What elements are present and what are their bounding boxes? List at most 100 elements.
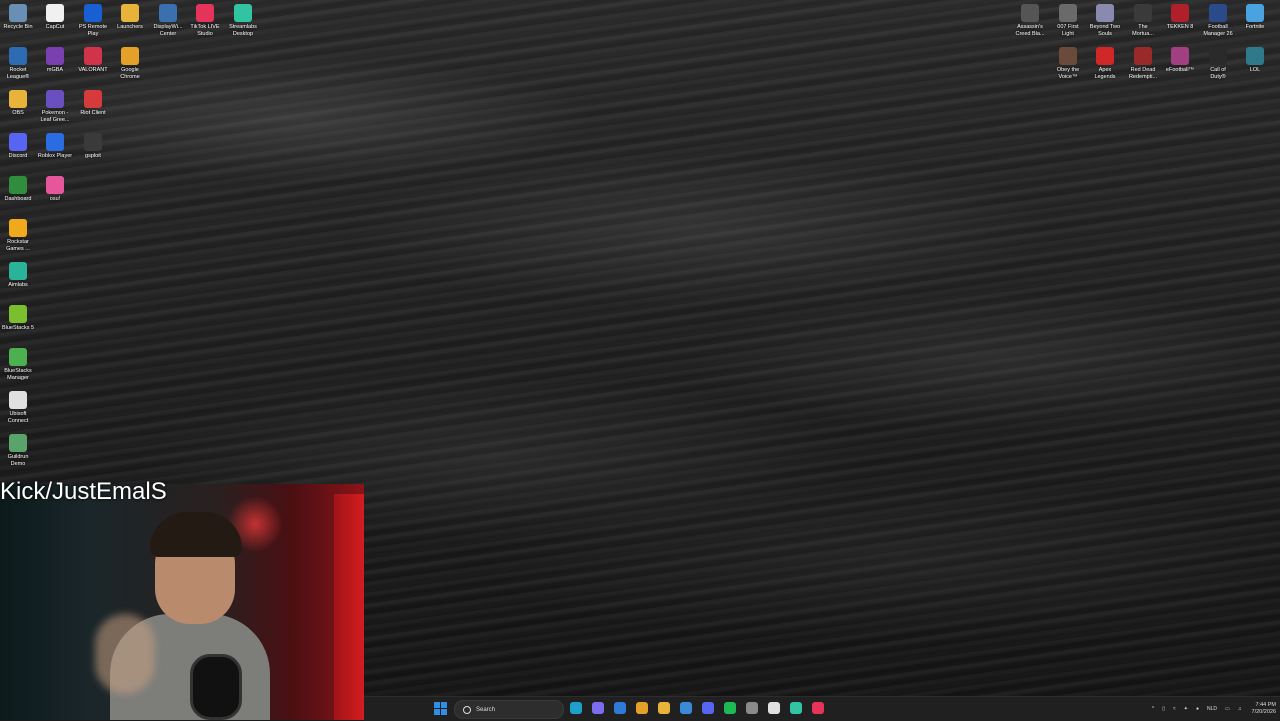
desktop-icon[interactable]: Streamlabs Desktop: [224, 4, 262, 38]
taskbar-search[interactable]: Search: [454, 700, 564, 719]
football-manager-icon: [1209, 4, 1227, 22]
desktop-icon-label: Dashboard: [4, 196, 32, 202]
volume-icon[interactable]: ♫: [1238, 706, 1242, 712]
bluetooth-icon[interactable]: ✦: [1184, 706, 1188, 712]
chevron-up-icon[interactable]: ^: [1152, 706, 1154, 712]
desktop-icon[interactable]: gsploit: [74, 133, 112, 160]
settings-icon[interactable]: [746, 702, 758, 714]
desktop-icon-label: Pokemon - Leaf Gree...: [40, 110, 70, 123]
folder-icon: [9, 90, 27, 108]
desktop-icon-label: eFootball™: [1165, 67, 1195, 73]
desktop-icon[interactable]: Rockstar Games ...: [0, 219, 37, 253]
desktop-icon[interactable]: The Mortua...: [1124, 4, 1162, 38]
rockstar-icon: [9, 219, 27, 237]
clock[interactable]: 7:44 PM 7/20/2026: [1252, 702, 1276, 716]
desktop-icon[interactable]: Assassin's Creed Bla...: [1011, 4, 1049, 38]
microphone-icon[interactable]: ●: [1196, 706, 1199, 712]
desktop-icon[interactable]: Launchers: [111, 4, 149, 31]
desktop-icon[interactable]: TikTok LIVE Studio: [186, 4, 224, 38]
desktop-icon[interactable]: OBS: [0, 90, 37, 117]
search-icon: [463, 705, 471, 714]
riot-client-icon: [84, 90, 102, 108]
desktop-icon[interactable]: Aimlabs: [0, 262, 37, 289]
guildrun-icon: [9, 434, 27, 452]
taskbar: Search ^ ▯ ≈ ✦ ● NLD ▭ ♫ 7:44 PM 7/20/20…: [364, 696, 1280, 721]
desktop-icon[interactable]: Guildrun Demo: [0, 434, 37, 468]
desktop-icon[interactable]: Recycle Bin: [0, 4, 37, 31]
desktop-icon[interactable]: Riot Client: [74, 90, 112, 117]
desktop-icon[interactable]: Pokemon - Leaf Gree...: [36, 90, 74, 124]
streamlabs-icon[interactable]: [790, 702, 802, 714]
mail-icon[interactable]: [614, 702, 626, 714]
red-dead-icon: [1134, 47, 1152, 65]
apex-icon: [1096, 47, 1114, 65]
desktop-icon-label: Aimlabs: [8, 282, 28, 288]
network-icon[interactable]: ≈: [1173, 706, 1176, 712]
tiktok-icon: [196, 4, 214, 22]
webcam-background-door: [334, 494, 364, 720]
call-of-duty-icon: [1209, 47, 1227, 65]
photos-icon[interactable]: [680, 702, 692, 714]
desktop-icon[interactable]: Fortnite: [1236, 4, 1274, 31]
display-icon[interactable]: ▭: [1225, 706, 1230, 712]
language-indicator[interactable]: NLD: [1207, 706, 1217, 712]
desktop-icon[interactable]: mGBA: [36, 47, 74, 74]
desktop-icon[interactable]: Red Dead Redempti...: [1124, 47, 1162, 81]
desktop-icon-label: Beyond Two Souls: [1089, 24, 1121, 37]
desktop-icon[interactable]: osu!: [36, 176, 74, 203]
desktop-icon[interactable]: BlueStacks 5: [0, 305, 37, 332]
copilot-icon[interactable]: [592, 702, 604, 714]
tiktok-live-icon[interactable]: [812, 702, 824, 714]
tekken-icon: [1171, 4, 1189, 22]
desktop-icon-label: DisplayWi... Center: [153, 24, 183, 37]
desktop-icon[interactable]: TEKKEN 8: [1161, 4, 1199, 31]
desktop-icon-label: Call of Duty®: [1210, 67, 1226, 80]
desktop-icon-label: Football Manager 26: [1203, 24, 1233, 37]
desktop-icon[interactable]: PS Remote Play: [74, 4, 112, 38]
streamer-hand: [95, 614, 155, 694]
desktop-icon[interactable]: Football Manager 26: [1199, 4, 1237, 38]
windows-start-icon[interactable]: [434, 702, 447, 715]
desktop-icon-label: Launchers: [117, 24, 143, 30]
spotify-icon[interactable]: [724, 702, 736, 714]
desktop-icon[interactable]: Obey the Voice™: [1049, 47, 1087, 81]
desktop-icon[interactable]: Roblox Player: [36, 133, 74, 160]
desktop-icon-label: osu!: [49, 196, 61, 202]
file-explorer-icon[interactable]: [658, 702, 670, 714]
desktop-icon[interactable]: BlueStacks Manager: [0, 348, 37, 382]
desktop-icon[interactable]: VALORANT: [74, 47, 112, 74]
desktop-icon-label: Streamlabs Desktop: [229, 24, 257, 37]
desktop-icon[interactable]: Apex Legends: [1086, 47, 1124, 81]
desktop-icon[interactable]: 007 First Light: [1049, 4, 1087, 38]
desktop-icon[interactable]: Rocket League®: [0, 47, 37, 81]
desktop-icon-label: Guildrun Demo: [7, 454, 29, 467]
desktop-icon[interactable]: Beyond Two Souls: [1086, 4, 1124, 38]
bluestacks-manager-icon: [9, 348, 27, 366]
desktop-icon[interactable]: Discord: [0, 133, 37, 160]
desktop-icon-label: Rocket League®: [6, 67, 30, 80]
desktop-icon[interactable]: Call of Duty®: [1199, 47, 1237, 81]
desktop-icon[interactable]: CapCut: [36, 4, 74, 31]
system-tray: ^ ▯ ≈ ✦ ● NLD ▭ ♫ 7:44 PM 7/20/2026: [1144, 697, 1276, 721]
mgba-icon: [46, 47, 64, 65]
desktop-icon-label: OBS: [12, 110, 24, 116]
folder-icon: [121, 4, 139, 22]
desktop-icon[interactable]: Google Chrome: [111, 47, 149, 81]
discord-icon[interactable]: [702, 702, 714, 714]
desktop-icon[interactable]: eFootball™: [1161, 47, 1199, 74]
capcut-icon[interactable]: [768, 702, 780, 714]
desktop-icon-label: Recycle Bin: [3, 24, 33, 30]
edge-icon[interactable]: [570, 702, 582, 714]
desktop-icon[interactable]: LOL: [1236, 47, 1274, 74]
desktop-icon-label: Riot Client: [80, 110, 106, 116]
desktop-icon[interactable]: Ubisoft Connect: [0, 391, 37, 425]
battery-icon[interactable]: ▯: [1162, 706, 1165, 712]
desktop-icon[interactable]: Dashboard: [0, 176, 37, 203]
desktop-icon-label: Ubisoft Connect: [7, 411, 29, 424]
chrome-icon[interactable]: [636, 702, 648, 714]
microphone: [190, 654, 242, 720]
007-icon: [1059, 4, 1077, 22]
gsploit-icon: [84, 133, 102, 151]
desktop-icon-label: BlueStacks Manager: [4, 368, 32, 381]
desktop-icon[interactable]: DisplayWi... Center: [149, 4, 187, 38]
